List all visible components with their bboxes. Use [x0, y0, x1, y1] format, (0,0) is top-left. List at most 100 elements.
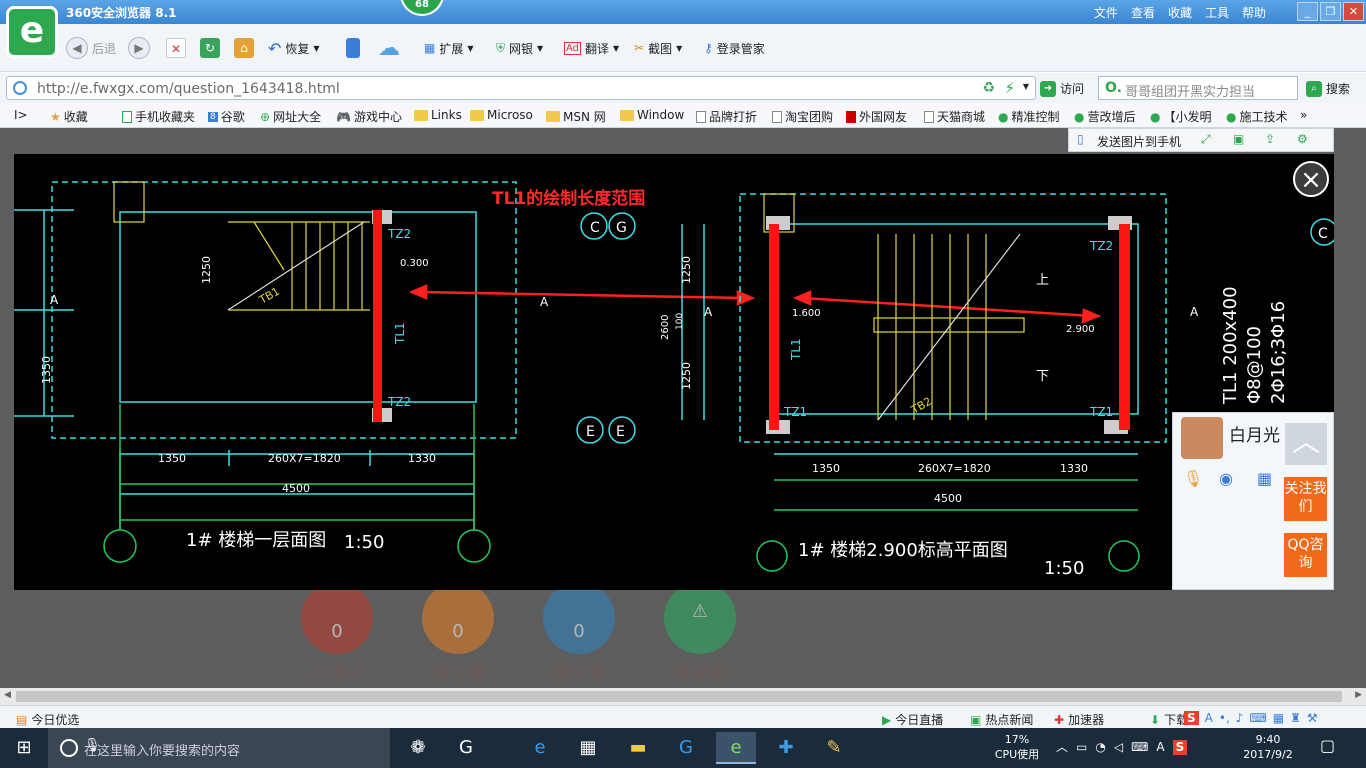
keyboard-icon[interactable]: ⌨	[1249, 711, 1266, 725]
accelerator[interactable]: ✚ 加速器	[1054, 711, 1104, 728]
refresh-button[interactable]: ↻	[200, 36, 220, 60]
grid-icon[interactable]: ▦	[1273, 711, 1284, 725]
home-button[interactable]: ⌂	[234, 36, 254, 60]
login-manager-button[interactable]: ⚷ 登录管家	[704, 36, 765, 60]
visit-button[interactable]: ➜ 访问	[1040, 80, 1084, 97]
lightning-icon[interactable]: ⚡	[1004, 79, 1015, 97]
microphone-icon[interactable]: 🎙	[84, 738, 378, 753]
fav-item[interactable]: ★ 收藏	[50, 108, 88, 125]
cloud-button[interactable]: ☁	[378, 36, 400, 61]
fav-more-button[interactable]: »	[1300, 108, 1307, 122]
search-button[interactable]: ⌕ 搜索	[1306, 80, 1350, 97]
volume-icon[interactable]: ◁	[1114, 740, 1123, 755]
chinese-mode-icon[interactable]: A	[1205, 711, 1213, 725]
scroll-top-button[interactable]: ︿	[1285, 423, 1327, 465]
screenshot-button[interactable]: ✂ 截图 ▼	[634, 36, 682, 60]
bank-button[interactable]: ⛨ 网银 ▼	[496, 36, 543, 60]
camera-icon[interactable]: ◉	[1219, 469, 1233, 488]
notes-icon[interactable]: ✎	[814, 732, 854, 764]
app-plus-icon[interactable]: ✚	[766, 732, 806, 764]
send-to-phone-button[interactable]: 发送图片到手机	[1097, 133, 1181, 150]
share-icon[interactable]: ⇪	[1265, 132, 1275, 146]
hot-news[interactable]: ▣ 热点新闻	[970, 711, 1033, 728]
fav-item[interactable]: ● 精准控制	[998, 108, 1060, 125]
fav-item[interactable]: Links	[414, 108, 462, 122]
chart-icon[interactable]: ▦	[1257, 469, 1272, 488]
windows-start-icon[interactable]: ⊞	[0, 728, 48, 768]
sogou-icon[interactable]: S	[1172, 740, 1188, 755]
save-icon[interactable]: ▣	[1233, 132, 1244, 146]
fav-item[interactable]: Window	[620, 108, 684, 122]
mic-icon[interactable]: ♪	[1236, 711, 1244, 725]
clock[interactable]: 9:40 2017/9/2	[1236, 732, 1300, 762]
stat-good-question[interactable]: 0 问得好	[299, 582, 375, 685]
reload-icon[interactable]: ♻	[982, 80, 995, 96]
fav-item[interactable]: 淘宝团购	[772, 108, 833, 125]
fav-item[interactable]: 品牌打折	[696, 108, 757, 125]
shirt-icon[interactable]: ♜	[1290, 711, 1301, 725]
maximize-button[interactable]: ❐	[1320, 2, 1341, 21]
network-icon[interactable]: ◔	[1095, 740, 1105, 755]
stat-report[interactable]: ⚠ 我举报	[662, 582, 738, 685]
menu-help[interactable]: 帮助	[1242, 4, 1266, 21]
avatar[interactable]	[1181, 417, 1223, 459]
back-button[interactable]: ◀ 后退	[66, 36, 116, 60]
score-badge[interactable]: 68	[400, 0, 444, 16]
fav-item[interactable]: 手机收藏夹	[122, 108, 195, 125]
edge-icon[interactable]: e	[520, 732, 560, 764]
fav-item[interactable]: ⊕ 网址大全	[260, 108, 321, 125]
app-g-icon[interactable]: G	[666, 732, 706, 764]
fav-item[interactable]: Microso	[470, 108, 533, 122]
horizontal-scrollbar[interactable]: ◀ ▶	[0, 688, 1366, 705]
qq-consult-button[interactable]: QQ咨询	[1284, 533, 1327, 577]
cpu-meter[interactable]: 17% CPU使用	[990, 732, 1044, 762]
fav-item[interactable]: ● 施工技术	[1226, 108, 1288, 125]
scroll-thumb[interactable]	[16, 691, 1342, 702]
scroll-right-icon[interactable]: ▶	[1355, 690, 1362, 700]
minimize-button[interactable]: _	[1297, 2, 1318, 21]
fav-item[interactable]: MSN 网	[546, 108, 606, 125]
stop-button[interactable]: ✕	[166, 36, 186, 60]
fav-item[interactable]: ● 营改增后	[1074, 108, 1136, 125]
fullscreen-icon[interactable]: ⤢	[1201, 132, 1211, 147]
fav-item[interactable]: 🎮 游戏中心	[336, 108, 402, 125]
menu-view[interactable]: 查看	[1131, 4, 1155, 21]
keyboard-icon[interactable]: ⌨	[1131, 740, 1148, 755]
stat-favorite[interactable]: 0 我收藏	[420, 582, 496, 685]
battery-icon[interactable]: ▭	[1076, 740, 1087, 755]
browser-logo-icon[interactable]: e	[6, 6, 58, 58]
fav-item[interactable]: 外国网友	[846, 108, 907, 125]
follow-us-button[interactable]: 关注我们	[1284, 477, 1327, 521]
notification-icon[interactable]: ▢	[1320, 738, 1335, 754]
download[interactable]: ⬇ 下载	[1150, 711, 1188, 728]
taskbar-search-input[interactable]: 在这里输入你要搜索的内容 🎙	[48, 728, 390, 768]
favorites-toggle[interactable]: I>	[14, 108, 28, 122]
browser-g-icon[interactable]: G	[446, 732, 486, 764]
menu-favorites[interactable]: 收藏	[1168, 4, 1192, 21]
menu-tools[interactable]: 工具	[1205, 4, 1229, 21]
task-view-icon[interactable]: ❁	[398, 732, 438, 764]
sogou-icon[interactable]: S	[1184, 711, 1199, 725]
ime-mode-indicator[interactable]: A	[1156, 740, 1164, 755]
gear-icon[interactable]: ⚙	[1297, 132, 1308, 146]
file-explorer-icon[interactable]: ▬	[618, 732, 658, 764]
stat-share[interactable]: 0 我分享	[541, 582, 617, 685]
chevron-up-icon[interactable]: ︿	[1056, 740, 1068, 755]
phone-button[interactable]	[346, 36, 360, 60]
fav-item[interactable]: 天猫商城	[924, 108, 985, 125]
address-bar[interactable]: http://e.fwxgx.com/question_1643418.html…	[6, 76, 1036, 100]
browser-360-icon[interactable]: e	[716, 732, 756, 764]
search-input[interactable]: O. 哥哥组团开黑实力担当	[1098, 76, 1298, 100]
translate-button[interactable]: Ad 翻译 ▼	[564, 36, 619, 60]
fav-item[interactable]: ● 【小发明	[1150, 108, 1212, 125]
lightbox-close-button[interactable]: ×	[1293, 161, 1329, 197]
store-icon[interactable]: ▦	[568, 732, 608, 764]
scroll-left-icon[interactable]: ◀	[4, 690, 11, 700]
close-window-button[interactable]: ✕	[1343, 2, 1364, 21]
wrench-icon[interactable]: ⚒	[1307, 711, 1318, 725]
forward-button[interactable]: ▶	[128, 36, 150, 60]
microphone-icon[interactable]: 🎙	[1183, 469, 1203, 488]
restore-button[interactable]: ↶ 恢复 ▼	[268, 36, 320, 60]
dropdown-icon[interactable]: ▼	[1023, 82, 1029, 91]
punctuation-icon[interactable]: •,	[1219, 711, 1230, 725]
